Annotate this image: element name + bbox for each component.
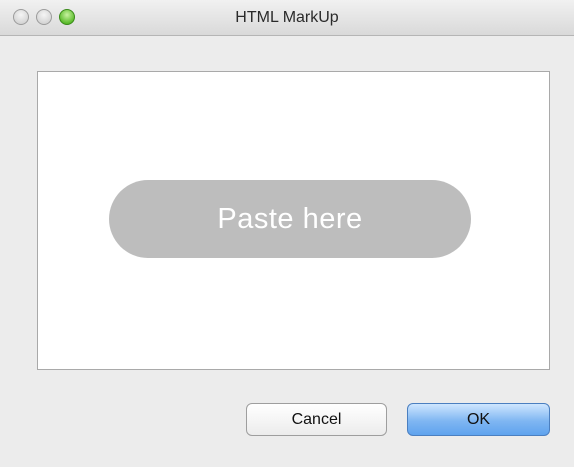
paste-area[interactable]: Paste here [37,71,550,370]
title-bar[interactable]: HTML MarkUp [0,0,574,36]
window-title: HTML MarkUp [235,9,339,26]
ok-button[interactable]: OK [407,403,550,436]
paste-here-label: Paste here [109,180,471,258]
cancel-button[interactable]: Cancel [246,403,387,436]
dialog-window: HTML MarkUp Paste here Cancel OK [0,0,574,467]
